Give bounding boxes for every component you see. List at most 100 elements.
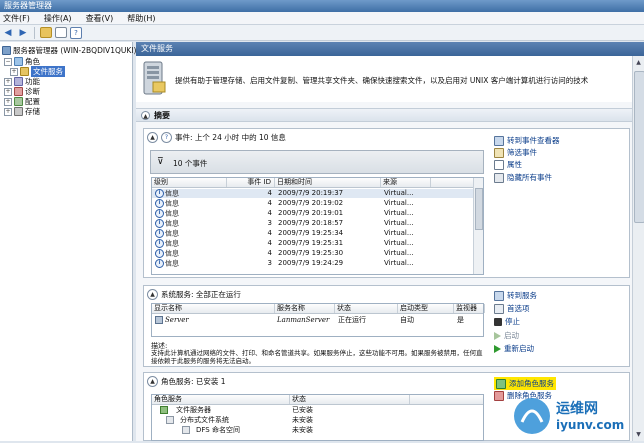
services-table: 显示名称 服务名称 状态 启动类型 监视器 Server LanmanServe… [151,303,485,337]
expand-icon[interactable]: + [4,87,12,96]
filter-icon[interactable]: ⊽ [157,157,164,167]
event-count: 10 个事件 [173,159,208,168]
column-datetime[interactable]: 日期和时间 [275,178,381,187]
watermark: 运维网 iyunv.com [510,392,644,441]
event-row[interactable]: i 信息 4 2009/7/9 19:25:30 Virtual... [152,249,483,258]
info-icon: i [155,189,164,198]
info-icon: i [155,259,164,268]
event-row[interactable]: i 信息 4 2009/7/9 19:25:31 Virtual... [152,239,483,248]
back-arrow-icon[interactable]: ◀ [2,27,14,39]
main-scrollbar[interactable]: ▲ ▼ [632,56,644,441]
menu-action[interactable]: 操作(A) [44,13,72,24]
info-icon: i [155,229,164,238]
hide-icon [494,172,504,183]
column-role-service[interactable]: 角色服务 [152,395,290,404]
info-icon: i [155,239,164,248]
column-startup-type[interactable]: 启动类型 [398,304,454,313]
console-tree: 服务器管理器 (WIN-2BQDIV1QUKI) − 角色 + 文件服务 + 功… [0,42,136,441]
menu-bar: 文件(F) 操作(A) 查看(V) 帮助(H) [0,12,644,25]
expand-icon[interactable]: + [10,67,18,76]
remove-icon [494,390,504,401]
diagnostics-icon [14,87,23,96]
column-status[interactable]: 状态 [335,304,398,313]
menu-file[interactable]: 文件(F) [3,13,30,24]
column-event-id[interactable]: 事件 ID [227,178,275,187]
role-services-table: 角色服务 状态 文件服务器 已安装 分布式文件系统 未安装 DFS 命名空间 未… [151,394,484,441]
help-icon[interactable]: ? [70,26,82,39]
event-filter-bar: ⊽ 10 个事件 [150,150,484,174]
start-icon [494,331,501,340]
column-level[interactable]: 级别 [152,178,227,187]
role-services-table-header: 角色服务 状态 [152,395,483,405]
help-icon[interactable]: ? [161,132,172,143]
service-row[interactable]: Server LanmanServer 正在运行 自动 是 [152,316,483,325]
info-icon: i [155,249,164,258]
column-monitor[interactable]: 监视器 [454,304,485,313]
installed-icon [160,406,168,414]
filter-icon [494,147,504,158]
title-bar: 服务器管理器 [0,0,644,12]
collapse-summary-icon[interactable]: ▲ [141,111,150,120]
collapse-events-icon[interactable]: ▲ [147,132,158,143]
events-table-header: 级别 事件 ID 日期和时间 来源 [152,178,483,188]
event-row[interactable]: i 信息 3 2009/7/9 20:18:57 Virtual... [152,219,483,228]
file-server-icon [141,60,167,96]
task-preferences[interactable]: 首选项 [494,303,530,314]
role-service-row[interactable]: 文件服务器 已安装 [152,406,483,415]
expand-icon[interactable]: + [4,97,12,106]
restart-icon [494,344,501,353]
summary-section-header[interactable]: 摘要 [136,108,644,122]
console-tree-icon[interactable] [55,27,67,38]
watermark-site: iyunv.com [556,418,625,432]
event-row[interactable]: i 信息 4 2009/7/9 20:19:37 Virtual... [152,189,483,198]
storage-icon [14,107,23,116]
forward-arrow-icon[interactable]: ▶ [17,27,29,39]
task-properties[interactable]: 属性 [494,159,522,170]
services-header: ▲ 系统服务: 全部正在运行 [147,289,241,300]
events-scrollbar[interactable] [473,178,483,274]
role-description: 提供有助于管理存储、启用文件复制、管理共享文件夹、确保快速搜索文件，以及启用对 … [175,76,589,85]
preferences-icon [494,303,504,314]
column-display-name[interactable]: 显示名称 [152,304,275,313]
add-icon [496,378,506,389]
task-start[interactable]: 启动 [494,330,519,341]
task-goto-event-viewer[interactable]: 转到事件查看器 [494,135,560,146]
task-goto-services[interactable]: 转到服务 [494,290,537,301]
tree-item-storage[interactable]: + 存储 [4,106,40,117]
file-services-icon [20,67,29,76]
events-scroll-thumb[interactable] [475,188,483,230]
role-service-row[interactable]: 分布式文件系统 未安装 [152,416,483,425]
task-stop[interactable]: 停止 [494,316,520,327]
event-row[interactable]: i 信息 4 2009/7/9 20:19:02 Virtual... [152,199,483,208]
properties-icon [494,159,504,170]
up-folder-icon[interactable] [40,27,52,38]
not-installed-icon [182,426,190,434]
column-source[interactable]: 来源 [381,178,431,187]
info-icon: i [155,199,164,208]
column-state[interactable]: 状态 [290,395,410,404]
event-row[interactable]: i 信息 4 2009/7/9 19:25:34 Virtual... [152,229,483,238]
collapse-icon[interactable]: − [4,57,12,66]
configuration-icon [14,97,23,106]
event-row[interactable]: i 信息 4 2009/7/9 20:19:01 Virtual... [152,209,483,218]
task-hide-all-events[interactable]: 隐藏所有事件 [494,172,552,183]
event-row[interactable]: i 信息 3 2009/7/9 19:24:29 Virtual... [152,259,483,268]
scroll-thumb[interactable] [634,71,644,223]
task-add-role-services[interactable]: 添加角色服务 [494,377,556,390]
menu-view[interactable]: 查看(V) [86,13,114,24]
task-filter-events[interactable]: 筛选事件 [494,147,537,158]
task-restart[interactable]: 重新启动 [494,343,534,354]
collapse-role-services-icon[interactable]: ▲ [147,376,158,387]
events-header: ▲ ? 事件: 上个 24 小时 中的 10 信息 [147,132,286,143]
role-service-row[interactable]: DFS 命名空间 未安装 [152,426,483,435]
collapse-services-icon[interactable]: ▲ [147,289,158,300]
event-viewer-icon [494,135,504,146]
column-service-name[interactable]: 服务名称 [275,304,335,313]
menu-help[interactable]: 帮助(H) [127,13,155,24]
expand-icon[interactable]: + [4,107,12,116]
tree-root-label: 服务器管理器 (WIN-2BQDIV1QUKI) [13,46,137,55]
scroll-up-icon[interactable]: ▲ [634,58,643,67]
expand-icon[interactable]: + [4,77,12,86]
tree-root[interactable]: 服务器管理器 (WIN-2BQDIV1QUKI) [2,45,136,56]
watermark-brand: 运维网 [556,401,598,417]
